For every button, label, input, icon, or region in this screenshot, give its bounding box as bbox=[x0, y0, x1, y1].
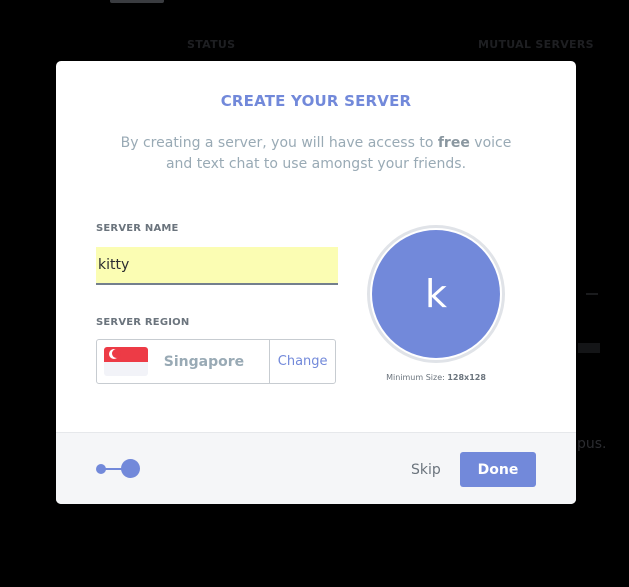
background-fragment bbox=[578, 343, 600, 353]
server-name-label: SERVER NAME bbox=[96, 223, 179, 234]
server-name-input[interactable] bbox=[96, 247, 338, 285]
description-bold: free bbox=[437, 135, 470, 151]
background-text-fragment: pus. bbox=[577, 436, 607, 452]
description-text: By creating a server, you will have acce… bbox=[120, 135, 438, 151]
avatar-size-hint: Minimum Size: 128x128 bbox=[356, 373, 516, 382]
create-server-modal: CREATE YOUR SERVER By creating a server,… bbox=[56, 61, 576, 504]
avatar-hint-prefix: Minimum Size: bbox=[386, 373, 448, 382]
modal-footer: Skip Done bbox=[56, 432, 576, 504]
background-tab bbox=[110, 0, 164, 3]
background-mutual-servers-header: MUTUAL SERVERS bbox=[478, 38, 594, 51]
modal-description: By creating a server, you will have acce… bbox=[116, 133, 516, 175]
singapore-flag-icon bbox=[104, 347, 148, 376]
avatar-hint-size: 128x128 bbox=[447, 373, 486, 382]
done-button[interactable]: Done bbox=[460, 452, 536, 487]
server-icon-upload[interactable]: k bbox=[367, 225, 505, 363]
background-status-header: STATUS bbox=[187, 38, 236, 51]
server-region-label: SERVER REGION bbox=[96, 317, 190, 328]
skip-button[interactable]: Skip bbox=[411, 462, 441, 478]
server-avatar[interactable]: k bbox=[372, 230, 500, 358]
modal-title: CREATE YOUR SERVER bbox=[220, 92, 412, 110]
server-region-selector[interactable]: Singapore Change bbox=[96, 339, 336, 384]
step-progress-icon bbox=[96, 459, 142, 479]
background-fragment bbox=[586, 293, 598, 295]
region-change-button[interactable]: Change bbox=[269, 340, 335, 383]
region-name: Singapore bbox=[163, 353, 245, 370]
